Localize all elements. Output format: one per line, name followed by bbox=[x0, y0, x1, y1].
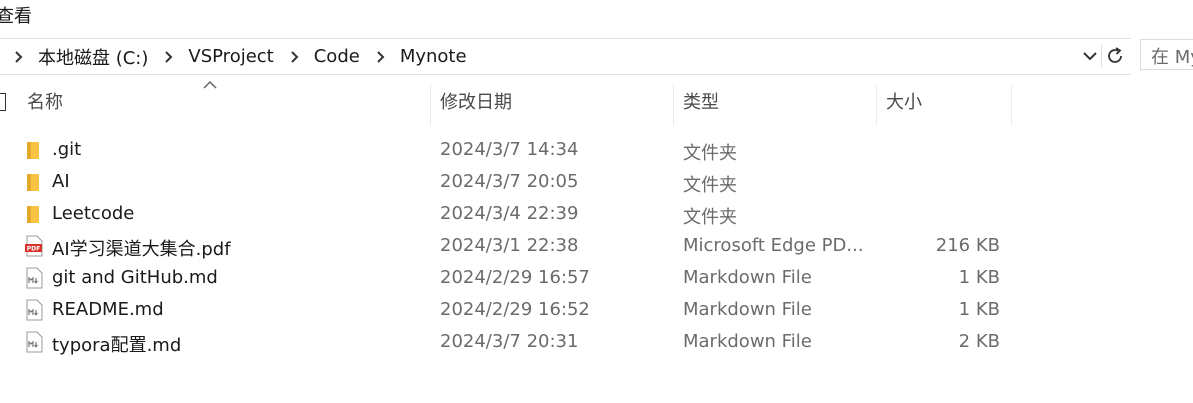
file-date: 2024/3/7 20:05 bbox=[440, 171, 579, 192]
file-type: Markdown File bbox=[683, 267, 812, 288]
column-header-date[interactable]: 修改日期 bbox=[440, 84, 512, 126]
chevron-right-icon[interactable] bbox=[160, 48, 178, 66]
folder-icon bbox=[27, 206, 39, 223]
chevron-right-icon[interactable] bbox=[372, 48, 390, 66]
view-menu[interactable]: 查看 bbox=[0, 2, 32, 28]
column-header-name[interactable]: 名称 bbox=[27, 84, 63, 126]
breadcrumb: 本地磁盘 (C:) VSProject Code Mynote bbox=[10, 39, 479, 74]
file-name: typora配置.md bbox=[52, 335, 182, 356]
file-row[interactable]: git and GitHub.md 2024/2/29 16:57 Markdo… bbox=[0, 262, 1193, 294]
file-row[interactable]: .git 2024/3/7 14:34 文件夹 bbox=[0, 134, 1193, 166]
file-size: 1 KB bbox=[958, 299, 1000, 320]
file-name: Leetcode bbox=[52, 203, 135, 224]
markdown-file-icon bbox=[26, 299, 43, 321]
file-row[interactable]: Leetcode 2024/3/4 22:39 文件夹 bbox=[0, 198, 1193, 230]
divider bbox=[1101, 44, 1102, 68]
column-divider[interactable] bbox=[673, 84, 674, 126]
file-name: .git bbox=[52, 139, 82, 160]
folder-icon bbox=[27, 142, 39, 159]
file-date: 2024/2/29 16:52 bbox=[440, 299, 590, 320]
pdf-icon: PDF bbox=[25, 235, 43, 257]
breadcrumb-vsproject[interactable]: VSProject bbox=[188, 46, 273, 67]
file-row[interactable]: typora配置.md 2024/3/7 20:31 Markdown File… bbox=[0, 326, 1193, 358]
markdown-file-icon bbox=[26, 331, 43, 353]
file-type: Markdown File bbox=[683, 299, 812, 320]
file-type: 文件夹 bbox=[683, 175, 737, 196]
file-type: 文件夹 bbox=[683, 143, 737, 164]
file-row[interactable]: README.md 2024/2/29 16:52 Markdown File … bbox=[0, 294, 1193, 326]
file-row[interactable]: PDF AI学习渠道大集合.pdf 2024/3/1 22:38 Microso… bbox=[0, 230, 1193, 262]
file-size: 2 KB bbox=[958, 331, 1000, 352]
column-divider[interactable] bbox=[876, 84, 877, 126]
column-divider[interactable] bbox=[1011, 84, 1012, 126]
column-header-type[interactable]: 类型 bbox=[683, 84, 719, 126]
file-date: 2024/3/7 14:34 bbox=[440, 139, 579, 160]
file-date: 2024/3/7 20:31 bbox=[440, 331, 579, 352]
address-bar[interactable]: 本地磁盘 (C:) VSProject Code Mynote bbox=[0, 38, 1131, 75]
file-size: 216 KB bbox=[935, 235, 1000, 256]
file-date: 2024/3/4 22:39 bbox=[440, 203, 579, 224]
file-row[interactable]: AI 2024/3/7 20:05 文件夹 bbox=[0, 166, 1193, 198]
column-header-size[interactable]: 大小 bbox=[886, 84, 922, 126]
breadcrumb-code[interactable]: Code bbox=[314, 46, 360, 67]
file-date: 2024/3/1 22:38 bbox=[440, 235, 579, 256]
chevron-down-icon[interactable] bbox=[1080, 45, 1100, 67]
file-size: 1 KB bbox=[958, 267, 1000, 288]
refresh-icon[interactable] bbox=[1104, 45, 1126, 67]
file-type: 文件夹 bbox=[683, 207, 737, 228]
chevron-right-icon[interactable] bbox=[10, 48, 28, 66]
file-name: AI学习渠道大集合.pdf bbox=[52, 239, 231, 260]
breadcrumb-local-disk[interactable]: 本地磁盘 (C:) bbox=[38, 44, 148, 70]
file-name: git and GitHub.md bbox=[52, 267, 218, 288]
file-name: README.md bbox=[52, 299, 164, 320]
file-name: AI bbox=[52, 171, 70, 192]
file-type: Microsoft Edge PD... bbox=[683, 235, 863, 256]
svg-text:PDF: PDF bbox=[27, 246, 40, 253]
column-header-row: 名称 修改日期 类型 大小 bbox=[0, 84, 1193, 126]
file-date: 2024/2/29 16:57 bbox=[440, 267, 590, 288]
breadcrumb-mynote[interactable]: Mynote bbox=[400, 46, 467, 67]
file-list: .git 2024/3/7 14:34 文件夹 AI 2024/3/7 20:0… bbox=[0, 134, 1193, 358]
markdown-file-icon bbox=[26, 267, 43, 289]
column-divider[interactable] bbox=[430, 84, 431, 126]
file-type: Markdown File bbox=[683, 331, 812, 352]
folder-icon bbox=[27, 174, 39, 191]
chevron-right-icon[interactable] bbox=[286, 48, 304, 66]
search-input[interactable]: 在 My bbox=[1140, 39, 1193, 70]
